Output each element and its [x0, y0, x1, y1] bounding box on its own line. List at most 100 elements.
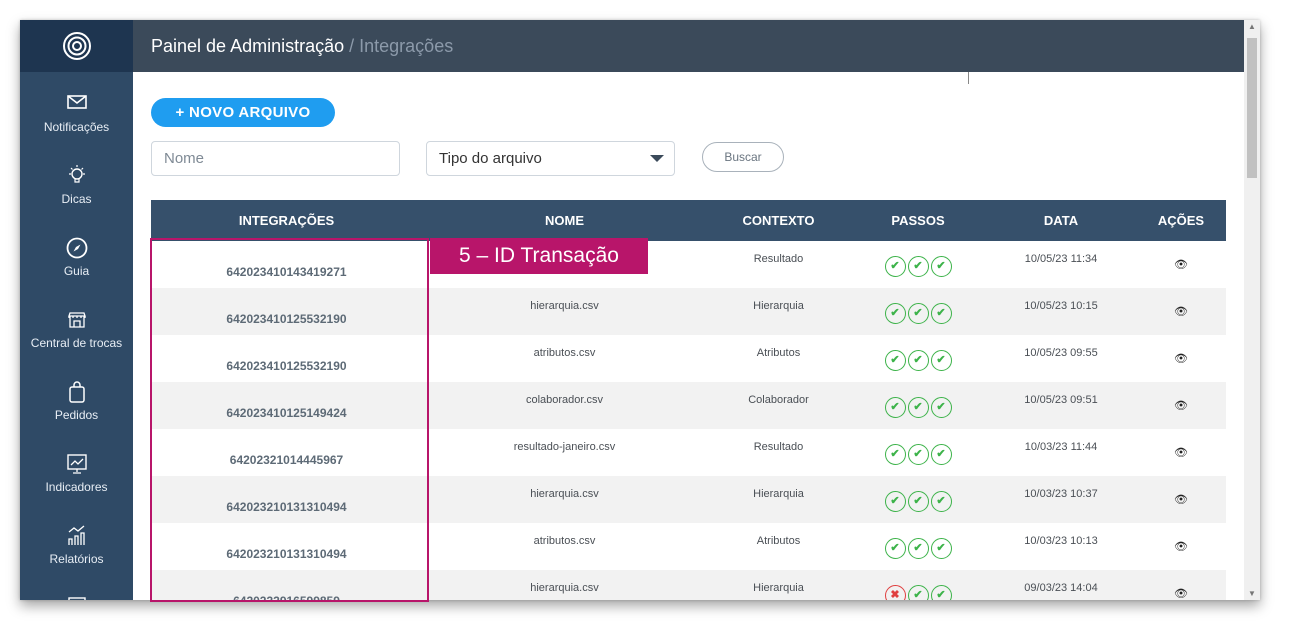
- name-input[interactable]: [164, 150, 399, 167]
- step-success-icon: ✔: [930, 350, 952, 371]
- column-header-nome[interactable]: NOME: [422, 200, 707, 241]
- step-success-icon: ✔: [930, 491, 952, 512]
- annotation-label: 5 – ID Transação: [430, 238, 648, 274]
- sidebar-item-more[interactable]: [20, 596, 133, 600]
- step-success-icon: ✔: [884, 491, 906, 512]
- view-eye-icon[interactable]: 👁: [1174, 259, 1188, 271]
- step-success-icon: ✔: [930, 397, 952, 418]
- cell-date: 10/05/23 11:34: [1024, 253, 1098, 265]
- column-header-contexto[interactable]: CONTEXTO: [707, 200, 850, 241]
- step-success-icon: ✔: [907, 303, 929, 324]
- view-eye-icon[interactable]: 👁: [1174, 400, 1188, 412]
- sidebar-item-label: Central de trocas: [30, 336, 123, 350]
- scroll-down-icon[interactable]: ▼: [1248, 589, 1256, 598]
- document-icon: [20, 596, 133, 600]
- step-success-icon: ✔: [884, 397, 906, 418]
- cell-steps: ✔ ✔ ✔: [850, 382, 986, 429]
- breadcrumb-separator: /: [344, 35, 360, 56]
- sidebar-item-label: Dicas: [61, 192, 92, 206]
- scroll-up-icon[interactable]: ▲: [1248, 22, 1256, 31]
- compass-icon: [20, 236, 133, 262]
- step-success-icon: ✔: [930, 303, 952, 324]
- step-success-icon: ✔: [907, 444, 929, 465]
- chart-board-icon: [20, 452, 133, 478]
- sidebar-item-guia[interactable]: Guia: [20, 236, 133, 278]
- annotation-highlight-box: [150, 238, 429, 602]
- cell-context: Colaborador: [707, 382, 850, 429]
- cell-context: Resultado: [753, 441, 804, 453]
- new-file-button[interactable]: + NOVO ARQUIVO: [151, 98, 335, 127]
- sidebar-item-dicas[interactable]: Dicas: [20, 164, 133, 206]
- shopping-bag-icon: [20, 380, 133, 406]
- cell-steps: ✔ ✔ ✔: [850, 335, 986, 382]
- sidebar-item-indicadores[interactable]: Indicadores: [20, 452, 133, 494]
- sidebar-item-notificacoes[interactable]: Notificações: [20, 92, 133, 134]
- file-type-select[interactable]: Tipo do arquivo: [426, 141, 675, 176]
- step-success-icon: ✔: [907, 538, 929, 559]
- cell-actions: 👁: [1136, 335, 1226, 382]
- logo-area[interactable]: [20, 20, 133, 72]
- sidebar-item-label: Relatórios: [49, 552, 104, 566]
- view-eye-icon[interactable]: 👁: [1174, 447, 1188, 459]
- cell-date: 10/05/23 10:15: [986, 288, 1136, 335]
- sidebar-item-label: Guia: [63, 264, 90, 278]
- sidebar-item-relatorios[interactable]: Relatórios: [20, 524, 133, 566]
- step-success-icon: ✔: [884, 303, 906, 324]
- chevron-down-icon: [650, 155, 664, 162]
- column-header-integracoes[interactable]: INTEGRAÇÕES: [151, 200, 422, 241]
- cell-date: 10/03/23 10:37: [986, 476, 1136, 523]
- store-icon: [20, 308, 133, 334]
- view-eye-icon[interactable]: 👁: [1174, 353, 1188, 365]
- cell-actions: 👁: [1136, 382, 1226, 429]
- step-success-icon: ✔: [930, 585, 952, 600]
- cell-name: colaborador.csv: [422, 382, 707, 429]
- cell-name: atributos.csv: [533, 347, 596, 359]
- cell-name: hierarquia.csv: [422, 570, 707, 600]
- sidebar-item-label: Pedidos: [54, 408, 99, 422]
- step-success-icon: ✔: [884, 256, 906, 277]
- breadcrumb: Painel de Administração / Integrações: [151, 36, 453, 57]
- cell-steps: ✖ ✔ ✔: [850, 570, 986, 600]
- divider: [968, 72, 969, 84]
- cell-name: hierarquia.csv: [422, 476, 707, 523]
- vertical-scrollbar[interactable]: ▲ ▼: [1244, 20, 1260, 600]
- step-success-icon: ✔: [907, 350, 929, 371]
- cell-actions: 👁: [1136, 429, 1226, 476]
- cell-steps: ✔ ✔ ✔: [850, 288, 986, 335]
- table-header-row: INTEGRAÇÕES NOME CONTEXTO PASSOS DATA AÇ…: [151, 200, 1226, 241]
- step-success-icon: ✔: [930, 444, 952, 465]
- cell-context: Hierarquia: [707, 570, 850, 600]
- view-eye-icon[interactable]: 👁: [1174, 494, 1188, 506]
- search-button[interactable]: Buscar: [702, 142, 784, 172]
- step-success-icon: ✔: [907, 491, 929, 512]
- cell-context: Atributos: [756, 347, 801, 359]
- cell-actions: 👁: [1136, 288, 1226, 335]
- scrollbar-thumb[interactable]: [1247, 38, 1257, 178]
- step-failed-icon: ✖: [884, 585, 906, 600]
- cell-steps: ✔ ✔ ✔: [850, 429, 986, 476]
- name-filter-field[interactable]: [151, 141, 400, 176]
- view-eye-icon[interactable]: 👁: [1174, 306, 1188, 318]
- sidebar: Notificações Dicas Guia Central de troca…: [20, 20, 133, 600]
- report-chart-icon: [20, 524, 133, 550]
- sidebar-item-pedidos[interactable]: Pedidos: [20, 380, 133, 422]
- sidebar-item-central-de-trocas[interactable]: Central de trocas: [20, 308, 133, 350]
- cell-date: 10/03/23 10:13: [1024, 535, 1098, 547]
- step-success-icon: ✔: [884, 350, 906, 371]
- cell-actions: 👁: [1136, 476, 1226, 523]
- view-eye-icon[interactable]: 👁: [1174, 541, 1188, 553]
- cell-actions: 👁: [1136, 241, 1226, 288]
- view-eye-icon[interactable]: 👁: [1174, 588, 1188, 600]
- step-success-icon: ✔: [884, 444, 906, 465]
- cell-actions: 👁: [1136, 570, 1226, 600]
- cell-steps: ✔ ✔ ✔: [850, 241, 986, 288]
- column-header-passos[interactable]: PASSOS: [850, 200, 986, 241]
- cell-steps: ✔ ✔ ✔: [850, 523, 986, 570]
- cell-context: Atributos: [756, 535, 801, 547]
- step-success-icon: ✔: [907, 256, 929, 277]
- cell-name: resultado-janeiro.csv: [513, 441, 616, 453]
- cell-date: 09/03/23 14:04: [986, 570, 1136, 600]
- top-bar: Painel de Administração / Integrações: [133, 20, 1244, 72]
- breadcrumb-admin-panel[interactable]: Painel de Administração: [151, 36, 344, 56]
- column-header-data[interactable]: DATA: [986, 200, 1136, 241]
